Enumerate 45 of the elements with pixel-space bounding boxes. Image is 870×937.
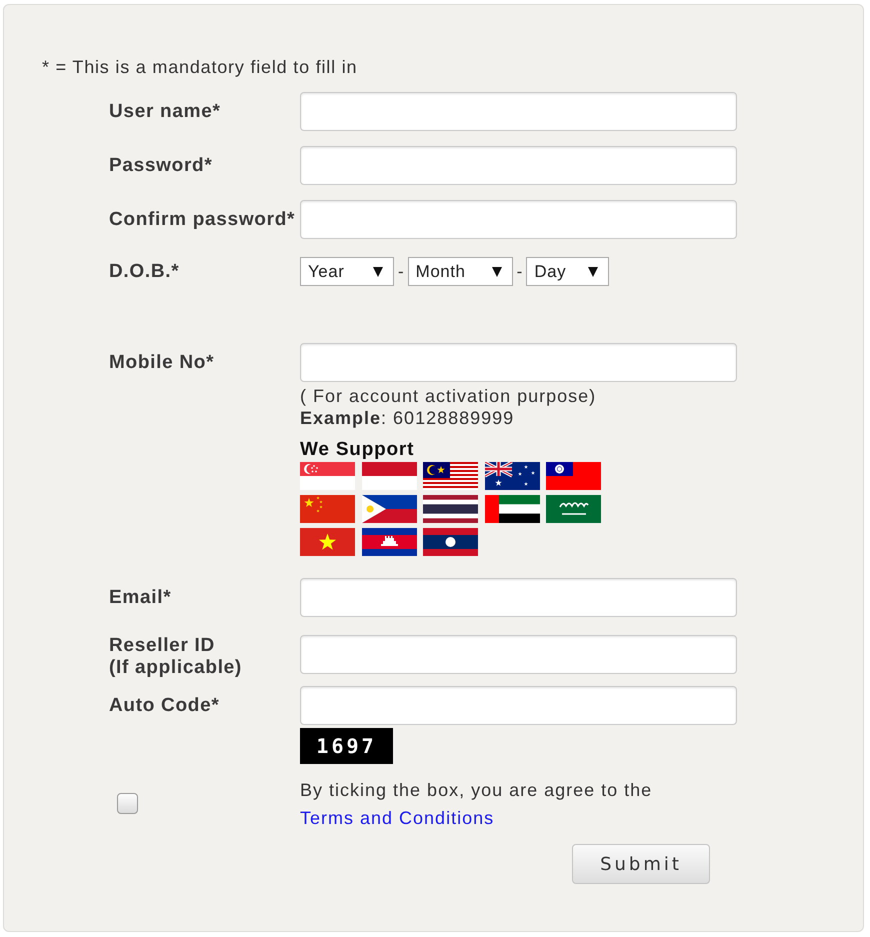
malaysia-flag-icon — [423, 462, 478, 490]
china-flag-icon — [300, 495, 355, 523]
taiwan-flag-icon — [546, 462, 602, 490]
supported-countries-heading: We Support — [300, 439, 416, 461]
agreement-text: By ticking the box, you are agree to the Terms and Conditions — [300, 779, 654, 830]
date-separator: - — [398, 260, 404, 283]
philippines-flag-icon — [362, 495, 417, 523]
submit-button[interactable]: Submit — [572, 844, 710, 884]
terms-link[interactable]: Terms and Conditions — [300, 808, 494, 828]
username-field[interactable] — [300, 92, 737, 131]
indonesia-flag-icon — [362, 462, 417, 490]
thailand-flag-icon — [423, 495, 478, 523]
uae-flag-icon — [484, 495, 540, 523]
help-text: ( For account activation purpose) — [300, 385, 598, 407]
field-label: Reseller ID (If applicable) — [109, 635, 242, 679]
confirm-password-field[interactable] — [300, 200, 737, 239]
example-text: Example: 60128889999 — [300, 407, 516, 429]
caret-icon — [588, 266, 598, 276]
month-select[interactable]: Month — [408, 257, 513, 286]
caret-icon — [492, 266, 502, 276]
cambodia-flag-icon — [362, 528, 417, 556]
field-label: User name* — [109, 100, 221, 122]
field-label: D.O.B.* — [109, 260, 180, 282]
agreement-checkbox[interactable] — [117, 793, 138, 814]
field-label: Auto Code* — [109, 694, 220, 716]
captcha-code: 1697 — [300, 728, 393, 764]
year-select[interactable]: Year — [300, 257, 394, 286]
caret-icon — [373, 266, 383, 276]
mandatory-note: * = This is a mandatory field to fill in — [42, 56, 358, 78]
saudi-arabia-flag-icon — [546, 495, 602, 523]
laos-flag-icon — [423, 528, 478, 556]
date-separator: - — [516, 260, 522, 283]
vietnam-flag-icon — [300, 528, 355, 556]
field-label: Mobile No* — [109, 352, 214, 374]
field-label: Password* — [109, 154, 212, 176]
australia-flag-icon — [484, 462, 540, 490]
field-label: Confirm password* — [109, 208, 296, 230]
password-field[interactable] — [300, 146, 737, 185]
email-field[interactable] — [300, 578, 737, 617]
field-label: Email* — [109, 586, 172, 608]
auto-code-field[interactable] — [300, 686, 737, 725]
mobile-number-field[interactable] — [300, 343, 737, 382]
day-select[interactable]: Day — [526, 257, 610, 286]
reseller-id-field[interactable] — [300, 635, 737, 674]
singapore-flag-icon — [300, 462, 355, 490]
